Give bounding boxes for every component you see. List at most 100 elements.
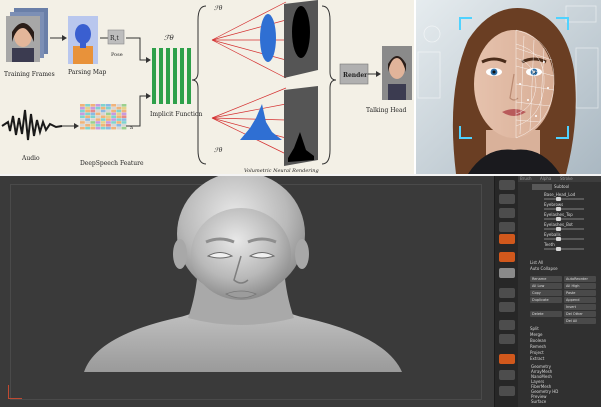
mosaic-cell	[100, 118, 106, 121]
mosaic-cell	[121, 121, 127, 124]
mosaic-cell	[80, 118, 85, 121]
mosaic-cell	[80, 115, 85, 118]
mosaic-cell	[95, 121, 101, 124]
right-toolshelf	[494, 176, 518, 407]
persp-icon[interactable]	[499, 222, 515, 232]
mosaic-cell	[80, 112, 85, 116]
mosaic-cell	[90, 126, 96, 130]
mosaic-cell	[90, 104, 96, 107]
menu-surface[interactable]: Surface	[531, 399, 546, 404]
mosaic-cell	[95, 115, 101, 118]
label-f-theta: ℱθ	[164, 34, 175, 42]
mosaic-cell	[90, 109, 96, 113]
remesh-button[interactable]: Remesh	[530, 344, 546, 349]
split-button[interactable]: Split	[530, 326, 539, 331]
list-all-button[interactable]: List All	[530, 260, 543, 265]
mosaic-cell	[85, 126, 90, 130]
tray-label-alpha[interactable]: Alpha	[540, 176, 551, 181]
all-low-button[interactable]: All Low	[530, 283, 562, 289]
mosaic-cell	[121, 118, 127, 121]
face-scan-photo	[416, 0, 601, 174]
mosaic-cell	[95, 104, 101, 107]
mosaic-cell	[80, 124, 85, 127]
tray-label-brush[interactable]: Brush	[520, 176, 532, 181]
mosaic-cell	[100, 121, 106, 124]
mosaic-cell	[106, 109, 111, 113]
polyf-icon[interactable]	[499, 302, 515, 312]
mosaic-cell	[95, 118, 101, 121]
subtool-slider-4[interactable]	[544, 227, 584, 231]
tray-label-stroke[interactable]: Stroke	[560, 176, 573, 181]
append-button[interactable]: Append	[564, 297, 596, 303]
mosaic-cell	[116, 109, 122, 113]
xpose-icon-active[interactable]	[499, 354, 515, 364]
dynamic-icon[interactable]	[499, 370, 515, 380]
mosaic-cell	[116, 106, 122, 110]
subtool-slider-5[interactable]	[544, 237, 584, 241]
subtool-opacity-slider[interactable]	[544, 197, 584, 201]
mosaic-cell	[111, 124, 116, 127]
mosaic-cell	[111, 115, 116, 118]
auto-reorder-button[interactable]: AutoReorder	[564, 276, 596, 282]
transp-icon[interactable]	[499, 320, 515, 330]
floor-icon[interactable]	[499, 194, 515, 204]
delete-button[interactable]: Delete	[530, 311, 562, 317]
mosaic-cell	[95, 124, 101, 127]
subtool-thumb[interactable]	[532, 184, 552, 190]
spix-icon[interactable]	[499, 180, 515, 190]
project-button[interactable]: Project	[530, 350, 544, 355]
duplicate-button[interactable]: Duplicate	[530, 297, 562, 303]
subtool-item-teeth[interactable]: Teeth	[544, 242, 555, 247]
subtool-slider-2[interactable]	[544, 207, 584, 211]
rename-button[interactable]: Rename	[530, 276, 562, 282]
head-bust-model[interactable]	[0, 176, 494, 407]
scale-icon[interactable]	[499, 268, 515, 278]
rotate-icon[interactable]	[499, 288, 515, 298]
face-scan-svg	[416, 0, 601, 174]
insert-button[interactable]: Insert	[564, 304, 596, 310]
mosaic-cell	[121, 124, 127, 127]
move-icon-active[interactable]	[499, 252, 515, 262]
solo-icon[interactable]	[499, 334, 515, 344]
del-other-button[interactable]: Del Other	[564, 311, 596, 317]
mosaic-cell	[80, 109, 85, 113]
label-pose: Pose	[111, 52, 123, 58]
render-panel-top	[211, 0, 318, 79]
mosaic-cell	[111, 106, 116, 110]
sculpt-viewport[interactable]	[0, 176, 494, 407]
mosaic-cell	[95, 126, 101, 130]
extract-button[interactable]: Extract	[530, 356, 544, 361]
parsing-map	[68, 16, 98, 64]
mosaic-cell	[121, 104, 127, 107]
mosaic-cell	[90, 112, 96, 116]
mosaic-cell	[95, 112, 101, 116]
mosaic-cell	[95, 106, 101, 110]
frame-icon-active[interactable]	[499, 234, 515, 244]
mosaic-cell	[85, 121, 90, 124]
mosaic-cell	[116, 112, 122, 116]
all-high-button[interactable]: All High	[564, 283, 596, 289]
subtool-slider-6[interactable]	[544, 247, 584, 251]
mosaic-cell	[95, 109, 101, 113]
talking-head-image	[382, 46, 412, 100]
merge-button[interactable]: Merge	[530, 332, 543, 337]
mosaic-cell	[85, 124, 90, 127]
local-icon[interactable]	[499, 208, 515, 218]
mosaic-cell	[111, 112, 116, 116]
mosaic-cell	[85, 115, 90, 118]
pipeline-diagram-svg: Training Frames Parsing Map R,t Pose Aud…	[1, 0, 412, 174]
mosaic-cell	[121, 106, 127, 110]
mosaic-cell	[90, 106, 96, 110]
subtool-slider-3[interactable]	[544, 217, 584, 221]
del-all-button[interactable]: Del All	[564, 318, 596, 324]
pipeline-diagram: Training Frames Parsing Map R,t Pose Aud…	[0, 0, 414, 174]
copy-button[interactable]: Copy	[530, 290, 562, 296]
boolean-button[interactable]: Boolean	[530, 338, 546, 343]
mosaic-cell	[100, 126, 106, 130]
auto-collapse-button[interactable]: Auto Collapse	[530, 266, 558, 271]
mosaic-cell	[116, 121, 122, 124]
subtool-header[interactable]: Subtool	[554, 184, 569, 189]
lsym-icon[interactable]	[499, 386, 515, 396]
paste-button[interactable]: Paste	[564, 290, 596, 296]
axis-gizmo-icon[interactable]	[8, 385, 22, 399]
